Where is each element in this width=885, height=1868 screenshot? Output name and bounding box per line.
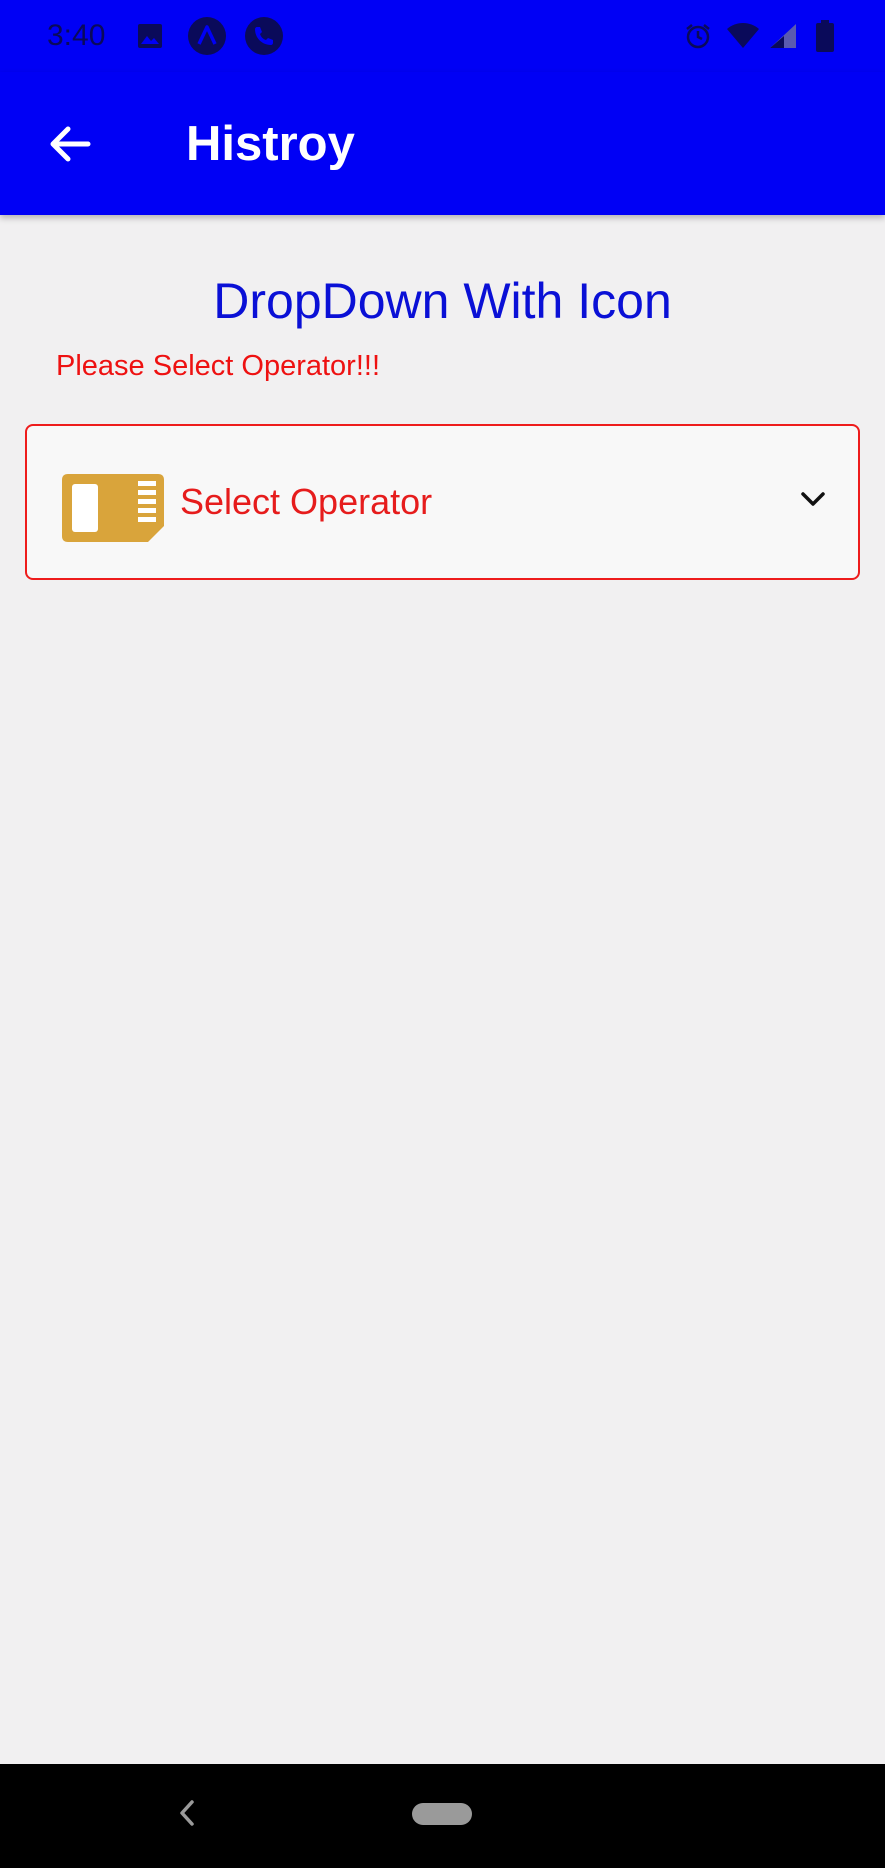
wifi-icon xyxy=(727,23,759,48)
alarm-icon xyxy=(686,24,710,49)
status-bar: 3:40 xyxy=(0,0,885,72)
error-message: Please Select Operator!!! xyxy=(56,350,380,382)
home-pill-icon[interactable] xyxy=(412,1803,472,1825)
app-bar-title: Histroy xyxy=(186,117,355,171)
arrow-back-icon xyxy=(50,126,91,162)
dropdown-placeholder: Select Operator xyxy=(180,481,433,522)
signal-icon xyxy=(770,24,796,48)
back-button[interactable] xyxy=(34,108,106,180)
battery-icon xyxy=(816,20,834,52)
system-nav-bar xyxy=(0,1764,885,1868)
app-bar: Histroy xyxy=(0,72,885,215)
sim-card-icon xyxy=(62,474,164,542)
phone-icon xyxy=(245,17,283,55)
operator-dropdown[interactable]: Select Operator xyxy=(25,424,860,580)
page-heading: DropDown With Icon xyxy=(213,273,672,329)
nav-back-icon[interactable] xyxy=(176,1796,198,1830)
status-time: 3:40 xyxy=(47,19,106,52)
chevron-down-icon[interactable] xyxy=(798,484,828,514)
app-icon xyxy=(188,17,226,55)
image-icon xyxy=(138,24,162,48)
